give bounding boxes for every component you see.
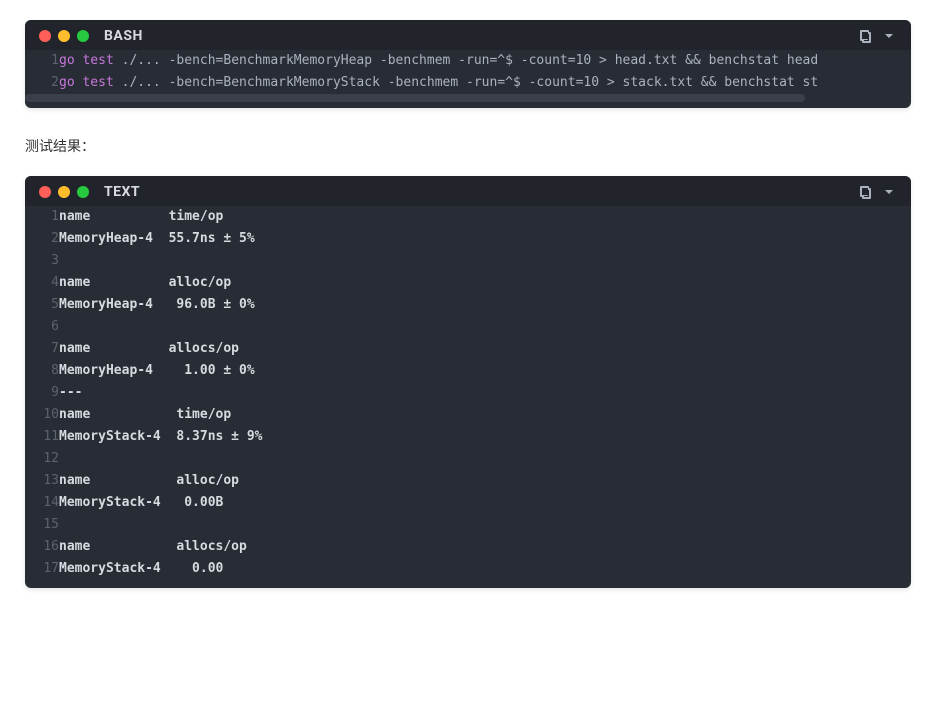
window-zoom-dot — [77, 30, 89, 42]
code-lines: 1go test ./... -bench=BenchmarkMemoryHea… — [25, 50, 911, 94]
code-line: 9--- — [25, 382, 911, 404]
window-close-dot — [39, 30, 51, 42]
line-number: 1 — [25, 206, 59, 228]
line-number: 10 — [25, 404, 59, 426]
code-line: 5MemoryHeap-4 96.0B ± 0% — [25, 294, 911, 316]
line-number: 5 — [25, 294, 59, 316]
code-line: 16name allocs/op — [25, 536, 911, 558]
line-number: 2 — [25, 72, 59, 94]
line-number: 11 — [25, 426, 59, 448]
code-line: 11MemoryStack-4 8.37ns ± 9% — [25, 426, 911, 448]
line-content: MemoryHeap-4 55.7ns ± 5% — [59, 228, 911, 250]
code-line: 1name time/op — [25, 206, 911, 228]
code-line: 10name time/op — [25, 404, 911, 426]
line-number: 13 — [25, 470, 59, 492]
line-content: MemoryStack-4 8.37ns ± 9% — [59, 426, 911, 448]
code-line: 13name alloc/op — [25, 470, 911, 492]
line-number: 4 — [25, 272, 59, 294]
code-header: TEXT — [25, 176, 911, 206]
code-actions — [857, 184, 897, 200]
line-content — [59, 250, 911, 272]
code-actions — [857, 28, 897, 44]
code-line: 2go test ./... -bench=BenchmarkMemorySta… — [25, 72, 911, 94]
line-content: name allocs/op — [59, 536, 911, 558]
line-content: name alloc/op — [59, 272, 911, 294]
line-content: name allocs/op — [59, 338, 911, 360]
code-line: 4name alloc/op — [25, 272, 911, 294]
line-content: name time/op — [59, 404, 911, 426]
copy-icon[interactable] — [857, 184, 873, 200]
line-number: 16 — [25, 536, 59, 558]
line-content: name time/op — [59, 206, 911, 228]
line-content: MemoryStack-4 0.00B — [59, 492, 911, 514]
chevron-down-icon[interactable] — [881, 28, 897, 44]
code-line: 8MemoryHeap-4 1.00 ± 0% — [25, 360, 911, 382]
line-number: 3 — [25, 250, 59, 272]
line-content — [59, 448, 911, 470]
code-line: 1go test ./... -bench=BenchmarkMemoryHea… — [25, 50, 911, 72]
window-minimize-dot — [58, 186, 70, 198]
traffic-lights: BASH — [39, 28, 143, 44]
code-line: 12 — [25, 448, 911, 470]
code-block-bash: BASH 1go test ./... -bench=BenchmarkMemo… — [25, 20, 911, 108]
line-number: 6 — [25, 316, 59, 338]
line-number: 14 — [25, 492, 59, 514]
code-block-text: TEXT 1name time/op2MemoryHeap-4 55.7ns ±… — [25, 176, 911, 588]
code-line: 15 — [25, 514, 911, 536]
traffic-lights: TEXT — [39, 184, 140, 200]
window-minimize-dot — [58, 30, 70, 42]
line-content: --- — [59, 382, 911, 404]
line-content: MemoryHeap-4 96.0B ± 0% — [59, 294, 911, 316]
code-line: 6 — [25, 316, 911, 338]
line-number: 1 — [25, 50, 59, 72]
code-line: 3 — [25, 250, 911, 272]
line-content: go test ./... -bench=BenchmarkMemoryStac… — [59, 72, 911, 94]
line-content: MemoryHeap-4 1.00 ± 0% — [59, 360, 911, 382]
code-lines: 1name time/op2MemoryHeap-4 55.7ns ± 5%3 … — [25, 206, 911, 580]
code-body: 1name time/op2MemoryHeap-4 55.7ns ± 5%3 … — [25, 206, 911, 588]
code-line: 14MemoryStack-4 0.00B — [25, 492, 911, 514]
line-number: 7 — [25, 338, 59, 360]
language-label: TEXT — [104, 184, 140, 200]
line-number: 8 — [25, 360, 59, 382]
chevron-down-icon[interactable] — [881, 184, 897, 200]
window-close-dot — [39, 186, 51, 198]
line-number: 17 — [25, 558, 59, 580]
line-content — [59, 514, 911, 536]
result-caption: 测试结果： — [25, 136, 911, 156]
line-content — [59, 316, 911, 338]
copy-icon[interactable] — [857, 28, 873, 44]
line-content: go test ./... -bench=BenchmarkMemoryHeap… — [59, 50, 911, 72]
line-number: 9 — [25, 382, 59, 404]
window-zoom-dot — [77, 186, 89, 198]
scrollbar-thumb[interactable] — [25, 94, 805, 102]
line-content: MemoryStack-4 0.00 — [59, 558, 911, 580]
code-header: BASH — [25, 20, 911, 50]
code-line: 2MemoryHeap-4 55.7ns ± 5% — [25, 228, 911, 250]
code-body: 1go test ./... -bench=BenchmarkMemoryHea… — [25, 50, 911, 108]
line-number: 2 — [25, 228, 59, 250]
line-number: 12 — [25, 448, 59, 470]
code-line: 7name allocs/op — [25, 338, 911, 360]
line-content: name alloc/op — [59, 470, 911, 492]
language-label: BASH — [104, 28, 143, 44]
line-number: 15 — [25, 514, 59, 536]
horizontal-scrollbar[interactable] — [25, 94, 911, 102]
code-line: 17MemoryStack-4 0.00 — [25, 558, 911, 580]
